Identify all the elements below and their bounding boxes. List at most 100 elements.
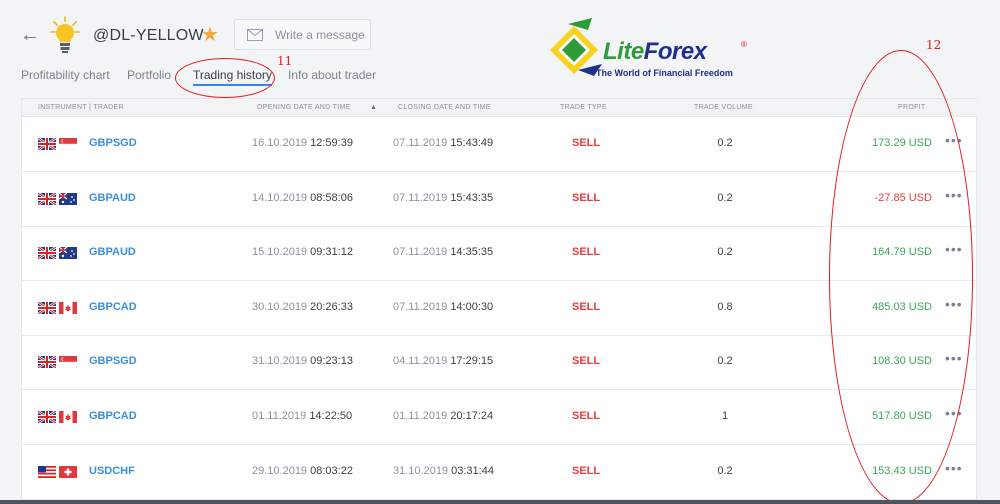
closing-time: 03:31:44	[451, 464, 494, 477]
instrument-link[interactable]: GBPSGD	[89, 355, 137, 367]
opening-time: 09:31:12	[310, 246, 353, 259]
opening-date: 31.10.2019	[252, 355, 308, 368]
flag-gb-icon	[38, 301, 56, 314]
column-header-instrument[interactable]: INSTRUMENT | TRADER	[38, 104, 124, 111]
opening-datetime: 31.10.2019 09:23:13	[252, 355, 353, 367]
column-header-opening[interactable]: OPENING DATE AND TIME	[257, 104, 351, 111]
flag-gb-icon	[38, 192, 56, 205]
table-row[interactable]: USDCHF 29.10.2019 08:03:22 31.10.2019 03:3…	[22, 445, 978, 500]
opening-date: 30.10.2019	[252, 300, 308, 313]
flag-ca-icon	[59, 301, 77, 314]
opening-time: 12:59:39	[310, 137, 353, 149]
currency-flags	[38, 138, 78, 150]
logo-forex: Forex	[643, 38, 707, 65]
annotation-ellipse-12	[829, 50, 973, 504]
tab-info-about-trader[interactable]: Info about trader	[288, 68, 376, 82]
trader-name: @DL-YELLOW	[93, 27, 204, 44]
trade-volume: 0.2	[717, 191, 733, 204]
closing-date: 07.11.2019	[393, 137, 448, 149]
sort-ascending-icon[interactable]: ▲	[370, 104, 377, 111]
trade-volume: 0.8	[717, 300, 733, 313]
opening-date: 29.10.2019	[252, 464, 308, 477]
tab-profitability-chart[interactable]: Profitability chart	[21, 68, 110, 82]
closing-datetime: 07.11.2019 14:35:35	[393, 246, 493, 258]
opening-datetime: 14.10.2019 08:58:06	[252, 192, 353, 204]
lightbulb-icon	[50, 16, 80, 53]
closing-date: 07.11.2019	[393, 246, 448, 259]
instrument-link[interactable]: GBPCAD	[89, 301, 137, 313]
closing-time: 15:43:49	[450, 137, 494, 149]
tab-portfolio[interactable]: Portfolio	[127, 68, 171, 82]
instrument-link[interactable]: GBPCAD	[89, 410, 137, 422]
currency-flags	[38, 192, 78, 205]
logo-wordmark: LiteForex	[603, 38, 707, 66]
closing-time: 15:43:35	[450, 191, 494, 204]
trade-type: SELL	[572, 300, 601, 313]
table-row[interactable]: GBPCAD 01.11.2019 14:22:50 01.11.2019 20:1…	[22, 390, 978, 445]
envelope-icon	[247, 29, 263, 41]
instrument-link[interactable]: GBPSGD	[89, 137, 137, 149]
currency-flags	[38, 411, 78, 423]
closing-time: 17:29:15	[450, 355, 494, 368]
trade-type: SELL	[572, 464, 601, 477]
trade-type: SELL	[572, 246, 601, 259]
closing-time: 14:35:35	[450, 246, 494, 259]
closing-datetime: 31.10.2019 03:31:44	[393, 465, 494, 477]
logo-tagline: The World of Financial Freedom	[596, 68, 733, 78]
bottom-edge	[0, 500, 1000, 504]
trade-volume: 1	[721, 410, 729, 422]
flag-gb-icon	[38, 247, 56, 260]
currency-flags	[38, 247, 78, 260]
closing-datetime: 07.11.2019 14:00:30	[393, 301, 493, 313]
message-placeholder: Write a message	[275, 28, 365, 42]
more-options-icon[interactable]: •••	[945, 460, 963, 476]
annotation-label-11: 11	[277, 54, 293, 68]
annotation-label-12: 12	[926, 38, 942, 52]
closing-date: 04.11.2019	[393, 355, 448, 368]
opening-time: 08:03:22	[310, 464, 353, 477]
closing-date: 07.11.2019	[393, 300, 448, 313]
column-header-closing[interactable]: CLOSING DATE AND TIME	[398, 104, 491, 111]
closing-datetime: 04.11.2019 17:29:15	[393, 355, 493, 367]
flag-gb-icon	[38, 138, 56, 150]
opening-datetime: 15.10.2019 09:31:12	[252, 246, 353, 258]
flag-ca-icon	[59, 411, 77, 423]
trade-type: SELL	[572, 137, 601, 149]
flag-gb-icon	[38, 411, 56, 423]
currency-flags	[38, 465, 78, 478]
flag-sg-icon	[59, 138, 77, 150]
opening-datetime: 01.11.2019 14:22:50	[252, 410, 352, 422]
closing-time: 14:00:30	[450, 300, 494, 313]
star-icon[interactable]: ★	[201, 24, 219, 46]
opening-datetime: 16.10.2019 12:59:39	[252, 137, 353, 149]
flag-gb-icon	[38, 356, 56, 369]
column-header-type[interactable]: TRADE TYPE	[560, 104, 607, 111]
trade-volume: 0.2	[717, 464, 733, 477]
column-header-volume[interactable]: TRADE VOLUME	[694, 104, 753, 111]
instrument-link[interactable]: USDCHF	[89, 465, 135, 477]
currency-flags	[38, 356, 78, 369]
trade-type: SELL	[572, 191, 601, 204]
flag-ch-icon	[59, 465, 77, 478]
closing-datetime: 01.11.2019 20:17:24	[393, 410, 493, 422]
trader-header: ← @DL-YELLOW ★ Write a message Profitabi…	[0, 0, 1000, 98]
annotation-ellipse-11	[175, 58, 275, 98]
instrument-link[interactable]: GBPAUD	[89, 246, 136, 258]
opening-date: 01.11.2019	[252, 410, 307, 422]
closing-date: 07.11.2019	[393, 191, 448, 204]
table-row[interactable]: GBPSGD 16.10.2019 12:59:39 07.11.2019 15:4…	[22, 117, 978, 172]
opening-datetime: 30.10.2019 20:26:33	[252, 301, 353, 313]
trade-volume: 0.2	[717, 355, 733, 368]
opening-datetime: 29.10.2019 08:03:22	[252, 465, 353, 477]
opening-time: 14:22:50	[309, 410, 353, 422]
arrow-left-icon[interactable]: ←	[20, 24, 40, 46]
currency-flags	[38, 301, 78, 314]
write-message-button[interactable]: Write a message	[234, 19, 371, 50]
flag-au-icon	[59, 247, 77, 260]
opening-date: 14.10.2019	[252, 191, 308, 204]
instrument-link[interactable]: GBPAUD	[89, 192, 136, 204]
opening-date: 16.10.2019	[252, 137, 308, 149]
closing-datetime: 07.11.2019 15:43:35	[393, 192, 493, 204]
opening-date: 15.10.2019	[252, 246, 308, 259]
table-header: INSTRUMENT | TRADER OPENING DATE AND TIM…	[22, 99, 978, 117]
